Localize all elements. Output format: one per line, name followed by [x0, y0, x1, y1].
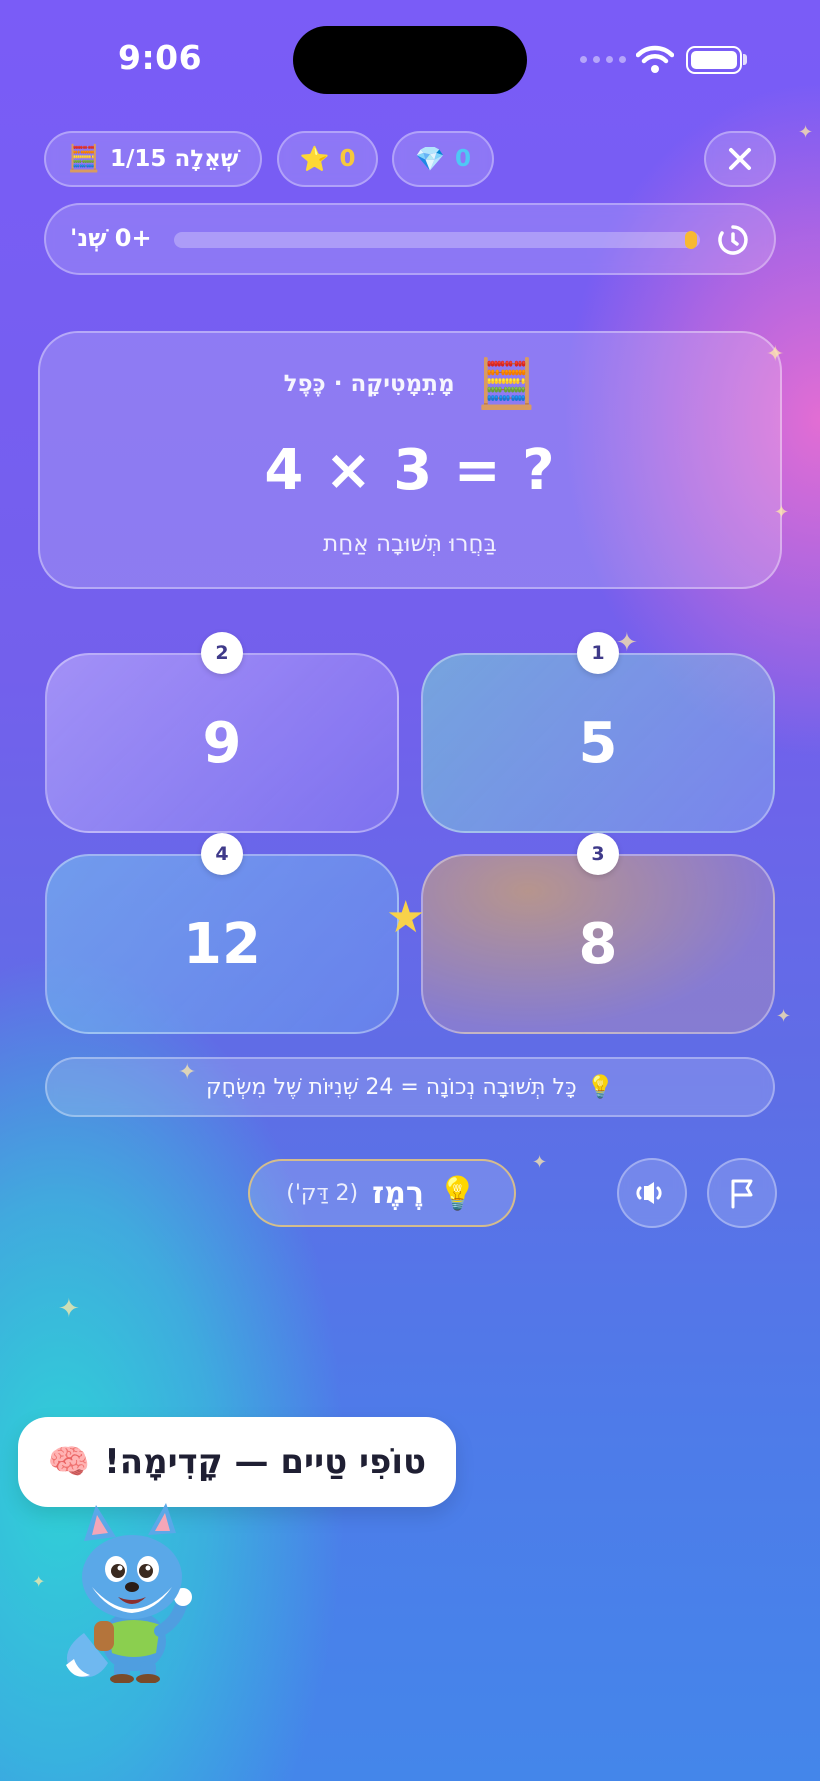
brain-icon: 🧠: [47, 1442, 91, 1482]
sound-button[interactable]: [617, 1158, 687, 1228]
answer-number-badge: 3: [577, 833, 619, 875]
stars-value: 0: [339, 146, 356, 172]
question-equation: 4 × 3 = ?: [264, 438, 556, 503]
answer-number-badge: 4: [201, 833, 243, 875]
stopwatch-icon: [718, 225, 748, 255]
info-bar: כָּל תְּשׁוּבָה נְכוֹנָה = 24 שְׁנִיּוֹת…: [45, 1057, 775, 1117]
timer-track: [174, 232, 700, 248]
sparkle-decoration: ✦: [178, 1060, 197, 1085]
signal-icon: [580, 56, 626, 63]
sparkle-decoration: ✦: [532, 1152, 548, 1173]
abacus-icon: 🧮: [476, 356, 537, 412]
gems-value: 0: [454, 146, 471, 172]
category-label: מָתֵמָטִיקָה · כֶּפֶל: [283, 371, 455, 397]
info-text: כָּל תְּשׁוּבָה נְכוֹנָה = 24 שְׁנִיּוֹת…: [205, 1074, 577, 1100]
question-instruction: בַּחֲרוּ תְּשׁוּבָה אַחַת: [323, 531, 497, 557]
status-time: 9:06: [118, 38, 203, 77]
sparkle-decoration: ✦: [32, 1572, 46, 1591]
question-counter: 🧮 שְׁאֵלָה 1/15: [44, 131, 262, 187]
answer-option-2[interactable]: 9: [45, 653, 399, 833]
flag-icon: [731, 1179, 753, 1209]
abacus-icon: 🧮: [67, 144, 101, 174]
answer-option-1[interactable]: 5: [421, 653, 775, 833]
answer-option-3[interactable]: 8: [421, 854, 775, 1034]
star-icon: ⭐: [299, 145, 330, 173]
hint-button[interactable]: (2 דַּק') רֶמֶז 💡: [248, 1159, 516, 1227]
mascot-speech: טוֹפִי טַיים — קָדִימָה!: [104, 1442, 427, 1482]
report-flag-button[interactable]: [707, 1158, 777, 1228]
sparkle-decoration: ✦: [776, 1006, 792, 1027]
sparkle-decoration: ✦: [774, 502, 790, 523]
close-button[interactable]: [704, 131, 776, 187]
answer-option-4[interactable]: 12: [45, 854, 399, 1034]
wifi-icon: [636, 45, 674, 73]
mascot-speech-bubble: 🧠 טוֹפִי טַיים — קָדִימָה!: [18, 1417, 456, 1507]
timer-label: +0 שְׁנ': [70, 224, 152, 252]
sparkle-decoration: ✦: [798, 122, 814, 143]
timer-progress: [685, 231, 697, 249]
fox-mascot: [66, 1503, 192, 1683]
sparkle-decoration: ✦: [58, 1294, 80, 1324]
sparkle-decoration: ✦: [616, 628, 638, 658]
battery-icon: [686, 46, 742, 74]
speaker-icon: [636, 1182, 662, 1204]
question-label: שְׁאֵלָה 1/15: [110, 146, 239, 172]
close-icon: [729, 148, 751, 170]
gem-icon: 💎: [415, 145, 445, 173]
dynamic-island: [293, 26, 527, 94]
hint-cost: (2 דַּק'): [286, 1180, 359, 1206]
answer-number-badge: 1: [577, 632, 619, 674]
star-decoration-icon: ★: [386, 892, 426, 943]
hint-label: רֶמֶז: [372, 1175, 424, 1211]
answer-number-badge: 2: [201, 632, 243, 674]
sparkle-decoration: ✦: [766, 342, 785, 367]
question-category: מָתֵמָטִיקָה · כֶּפֶל 🧮: [0, 360, 820, 408]
lightbulb-icon: 💡: [437, 1174, 478, 1212]
battery-tip: [743, 54, 747, 65]
stars-counter: ⭐ 0: [277, 131, 378, 187]
lightbulb-icon: 💡: [586, 1074, 615, 1100]
gems-counter: 💎 0: [392, 131, 494, 187]
